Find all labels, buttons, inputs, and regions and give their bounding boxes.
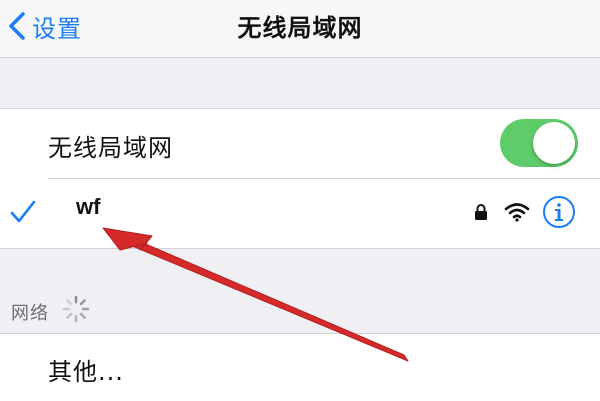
network-name: wf [76,194,101,219]
other-network-label: 其他... [48,358,124,386]
page-title: 无线局域网 [237,14,363,42]
wifi-toggle-label: 无线局域网 [48,134,173,162]
navigation-bar: 设置 无线局域网 [0,0,600,58]
toggle-knob [533,122,575,164]
section-divider [0,248,600,249]
spinner-icon [62,295,90,323]
section-header-networks: 网络 [11,303,49,324]
section-spacer [0,58,600,108]
info-icon[interactable] [542,195,576,229]
checkmark-icon [10,200,36,223]
wifi-icon [504,203,530,222]
wifi-toggle-switch[interactable] [500,119,578,167]
lock-icon [475,204,487,220]
